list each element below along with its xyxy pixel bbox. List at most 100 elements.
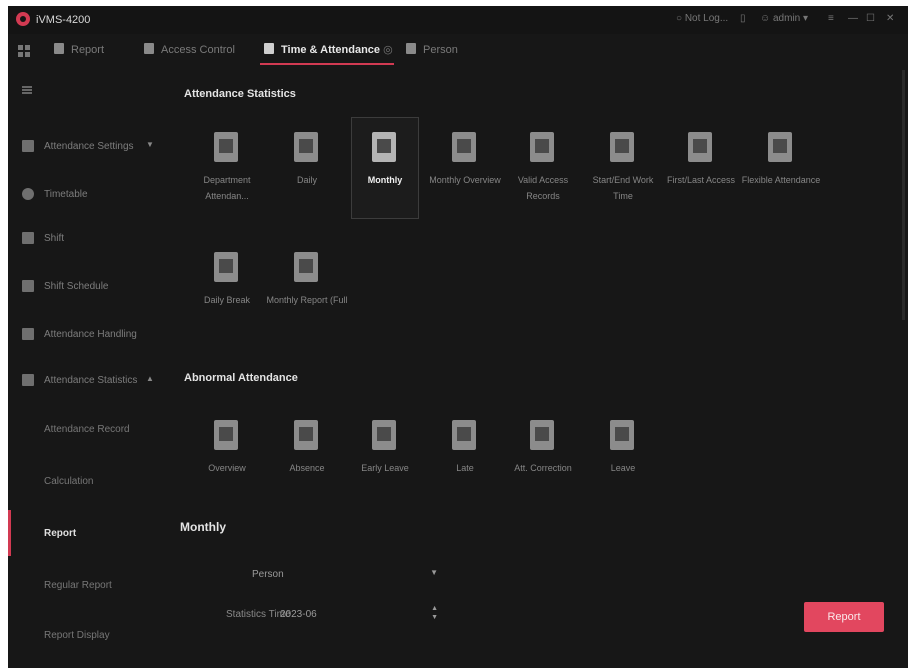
schedule-icon — [22, 280, 34, 292]
tile-label: Late — [456, 463, 474, 473]
tile-absence[interactable]: Absence — [274, 406, 340, 506]
sidebar-item-timetable[interactable]: Timetable — [8, 184, 168, 206]
work-time-icon — [610, 132, 634, 162]
tile-label: Monthly — [367, 175, 403, 185]
early-leave-icon — [372, 420, 396, 450]
tile-early-leave[interactable]: Early Leave — [352, 406, 418, 506]
tile-att-correction[interactable]: Att. Correction — [510, 406, 576, 506]
person-tab-icon — [406, 43, 416, 54]
tile-monthly-report-full[interactable]: Monthly Report (Full — [266, 238, 348, 338]
sidebar-subitem-attendance-record[interactable]: Attendance Record — [44, 424, 130, 435]
abnormal-attendance-title: Abnormal Attendance — [184, 372, 298, 384]
flexible-attendance-icon — [768, 132, 792, 162]
sidebar-item-label: Shift — [44, 233, 65, 244]
user-icon: ☺ — [760, 13, 773, 24]
menu-icon[interactable]: ≡ — [828, 13, 834, 24]
monthly-report-icon — [372, 132, 396, 162]
tab-access-control-label: Access Control — [161, 44, 235, 56]
department-report-icon — [214, 132, 238, 162]
close-tab-icon[interactable]: ◎ — [383, 44, 393, 56]
tile-flexible-attendance[interactable]: Flexible Attendance — [742, 118, 820, 218]
module-grid-icon[interactable] — [18, 45, 30, 57]
tile-start-end-work-time[interactable]: Start/End Work Time — [590, 118, 656, 218]
chevron-down-icon: ▼ — [430, 568, 438, 577]
daily-report-icon — [294, 132, 318, 162]
active-tab-indicator — [260, 63, 394, 65]
sidebar-subitem-regular-report[interactable]: Regular Report — [44, 580, 112, 591]
sidebar-item-attendance-handling[interactable]: Attendance Handling — [8, 324, 168, 346]
absence-icon — [294, 420, 318, 450]
tile-department-attendance[interactable]: Department Attendan... — [194, 118, 260, 218]
access-control-tab-icon — [144, 43, 154, 54]
sidebar-item-label: Attendance Statistics — [44, 375, 138, 386]
tile-label: Monthly Overview — [429, 175, 501, 185]
daily-break-icon — [214, 252, 238, 282]
monthly-form-title: Monthly — [180, 520, 226, 534]
tile-monthly[interactable]: Monthly — [351, 117, 419, 219]
tile-label: Monthly Report (Full — [266, 295, 348, 305]
report-button[interactable]: Report — [804, 602, 884, 632]
close-icon[interactable]: ✕ — [886, 13, 894, 24]
username: admin — [773, 13, 801, 24]
tab-report-label: Report — [71, 44, 105, 56]
tile-label: Flexible Attendance — [741, 175, 821, 185]
tile-label: Daily — [296, 175, 317, 185]
person-select[interactable]: Person ▼ — [248, 564, 438, 584]
tile-daily-break[interactable]: Daily Break — [194, 238, 260, 338]
tab-report[interactable]: Report — [54, 43, 104, 63]
sidebar-item-label: Attendance Handling — [44, 329, 137, 340]
tile-label: Valid Access Records — [517, 175, 569, 201]
late-icon — [452, 420, 476, 450]
lock-icon[interactable]: ▯ — [740, 13, 746, 24]
tile-leave[interactable]: Leave — [590, 406, 656, 506]
app-window: iVMS-4200 ○ Not Log... ▯ ☺ admin ▾ ≡ — ☐… — [8, 6, 908, 668]
tab-person-label: Person — [423, 44, 458, 56]
tile-monthly-overview[interactable]: Monthly Overview — [429, 118, 501, 218]
tab-person[interactable]: Person — [406, 43, 458, 63]
sidebar-item-label: Timetable — [44, 189, 88, 200]
sidebar-item-label: Shift Schedule — [44, 281, 109, 292]
handling-icon — [22, 328, 34, 340]
report-tab-icon — [54, 43, 64, 54]
collapse-menu-icon[interactable] — [22, 86, 32, 94]
minimize-icon[interactable]: — — [848, 13, 858, 24]
tile-late[interactable]: Late — [432, 406, 498, 506]
maximize-icon[interactable]: ☐ — [866, 13, 875, 24]
first-last-access-icon — [688, 132, 712, 162]
monthly-full-report-icon — [294, 252, 318, 282]
settings-icon — [22, 140, 34, 152]
sidebar-subitem-report[interactable]: Report — [44, 528, 76, 539]
sidebar-item-attendance-statistics[interactable]: Attendance Statistics ▲ — [8, 370, 168, 392]
overview-icon — [214, 420, 238, 450]
scrollbar[interactable] — [902, 70, 905, 320]
sidebar-subitem-calculation[interactable]: Calculation — [44, 476, 93, 487]
statistics-time-value: 2023-06 — [280, 609, 317, 620]
attendance-tab-icon — [264, 43, 274, 54]
user-menu[interactable]: ☺ admin ▾ — [760, 13, 808, 24]
sidebar-subitem-report-display[interactable]: Report Display — [44, 630, 110, 641]
sidebar: Attendance Settings ▼ Timetable Shift Sh… — [8, 70, 168, 668]
chevron-down-icon: ▼ — [146, 140, 154, 149]
tile-valid-access-records[interactable]: Valid Access Records — [510, 118, 576, 218]
user-status-icon: ○ — [676, 13, 685, 24]
tab-time-attendance[interactable]: Time & Attendance ◎ — [264, 43, 393, 63]
statistics-icon — [22, 374, 34, 386]
statistics-time-field[interactable]: 2023-06 ▲ ▼ — [278, 604, 438, 624]
attendance-statistics-title: Attendance Statistics — [184, 88, 296, 100]
tile-overview[interactable]: Overview — [194, 406, 260, 506]
tile-label: Department Attendan... — [203, 175, 251, 201]
spinner-arrows-icon[interactable]: ▲ ▼ — [431, 604, 438, 622]
app-logo-icon — [16, 12, 30, 26]
tab-time-attendance-label: Time & Attendance — [281, 44, 381, 56]
tile-label: Absence — [289, 463, 325, 473]
access-records-icon — [530, 132, 554, 162]
sidebar-item-shift[interactable]: Shift — [8, 228, 168, 250]
tile-daily[interactable]: Daily — [274, 118, 340, 218]
sidebar-item-shift-schedule[interactable]: Shift Schedule — [8, 276, 168, 298]
tab-access-control[interactable]: Access Control — [144, 43, 235, 63]
person-select-value: Person — [252, 569, 284, 580]
sidebar-item-attendance-settings[interactable]: Attendance Settings ▼ — [8, 136, 168, 158]
tile-first-last-access[interactable]: First/Last Access — [667, 118, 735, 218]
tile-label: First/Last Access — [666, 175, 736, 185]
login-status[interactable]: ○ Not Log... — [676, 13, 728, 24]
